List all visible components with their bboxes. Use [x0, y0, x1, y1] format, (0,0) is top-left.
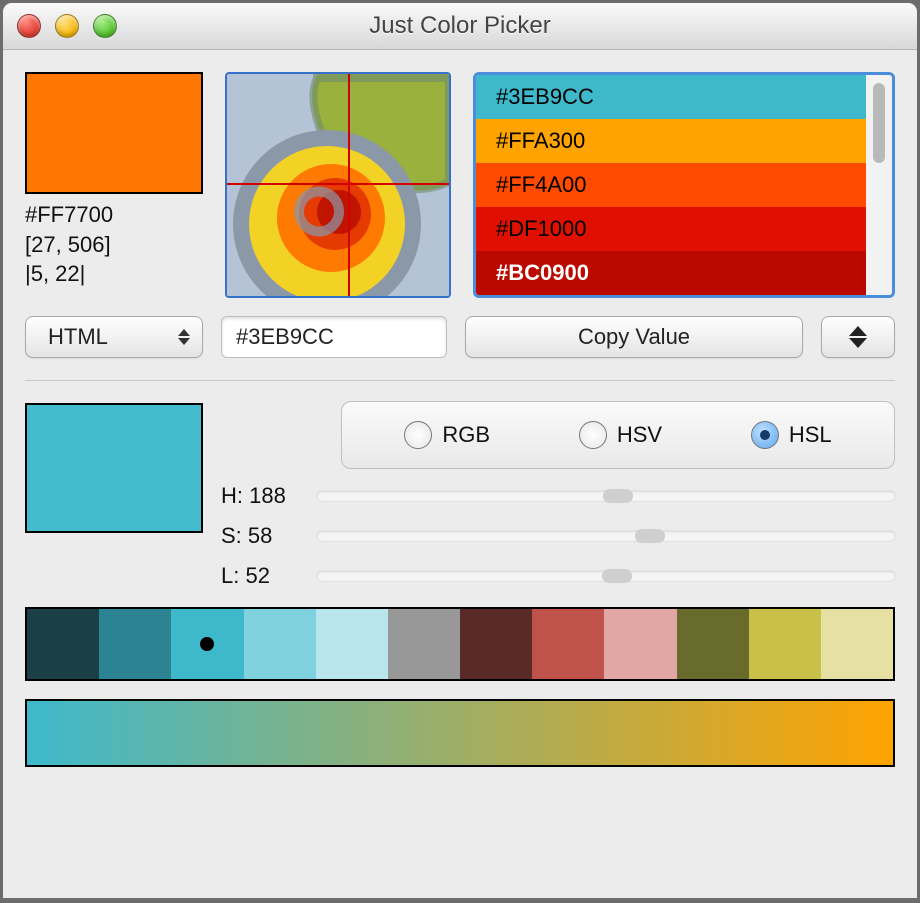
color-value-text: #3EB9CC	[236, 324, 334, 350]
selected-history-swatch	[25, 403, 203, 533]
radio-dot-icon	[404, 421, 432, 449]
shade-palette[interactable]	[25, 607, 895, 681]
magnifier-image	[227, 74, 449, 296]
slider-h-row: H: 188	[221, 483, 895, 509]
palette-cell[interactable]	[604, 609, 676, 679]
palette-cell[interactable]	[677, 609, 749, 679]
history-item[interactable]: #DF1000	[476, 207, 866, 251]
close-window-button[interactable]	[17, 14, 41, 38]
color-model-controls: RGB HSV HSL H: 188	[221, 401, 895, 589]
window-title: Just Color Picker	[369, 12, 550, 40]
color-history-list[interactable]: #3EB9CC#FFA300#FF4A00#DF1000#BC0900	[476, 75, 866, 295]
slider-h-thumb[interactable]	[603, 489, 633, 503]
radio-dot-icon	[751, 421, 779, 449]
radio-hsl-label: HSL	[789, 422, 832, 448]
current-pos-label: [27, 506]	[25, 230, 203, 260]
history-scrollbar[interactable]	[866, 75, 892, 295]
controls-row: HTML #3EB9CC Copy Value	[25, 316, 895, 358]
gradient-preview	[25, 699, 895, 767]
slider-l-row: L: 52	[221, 563, 895, 589]
color-history: #3EB9CC#FFA300#FF4A00#DF1000#BC0900	[473, 72, 895, 298]
top-row: #FF7700 [27, 506] |5, 22|	[25, 72, 895, 298]
format-select[interactable]: HTML	[25, 316, 203, 358]
window-controls	[17, 3, 117, 49]
history-scroll-thumb[interactable]	[873, 83, 885, 163]
stepper-arrows-icon	[849, 326, 867, 348]
palette-cell[interactable]	[27, 609, 99, 679]
color-model-radio-group: RGB HSV HSL	[341, 401, 895, 469]
color-value-input[interactable]: #3EB9CC	[221, 316, 447, 358]
slider-s-label: S: 58	[221, 523, 301, 549]
current-color-panel: #FF7700 [27, 506] |5, 22|	[25, 72, 203, 298]
radio-hsv-label: HSV	[617, 422, 662, 448]
slider-l-thumb[interactable]	[602, 569, 632, 583]
palette-cell[interactable]	[460, 609, 532, 679]
radio-dot-icon	[579, 421, 607, 449]
palette-cell[interactable]	[821, 609, 893, 679]
slider-s-row: S: 58	[221, 523, 895, 549]
select-arrows-icon	[176, 329, 192, 345]
color-model-section: RGB HSV HSL H: 188	[25, 401, 895, 589]
palette-cell[interactable]	[171, 609, 243, 679]
format-select-label: HTML	[48, 324, 108, 350]
radio-hsl[interactable]: HSL	[751, 421, 832, 449]
history-item[interactable]: #3EB9CC	[476, 75, 866, 119]
radio-rgb-label: RGB	[442, 422, 490, 448]
slider-h[interactable]	[317, 491, 895, 501]
radio-hsv[interactable]: HSV	[579, 421, 662, 449]
history-item[interactable]: #FFA300	[476, 119, 866, 163]
magnifier-preview[interactable]	[225, 72, 451, 298]
palette-cell[interactable]	[532, 609, 604, 679]
palette-cell[interactable]	[244, 609, 316, 679]
current-color-meta: #FF7700 [27, 506] |5, 22|	[25, 200, 203, 289]
slider-s-thumb[interactable]	[635, 529, 665, 543]
history-item[interactable]: #FF4A00	[476, 163, 866, 207]
slider-l[interactable]	[317, 571, 895, 581]
titlebar: Just Color Picker	[3, 3, 917, 50]
divider	[25, 380, 895, 381]
copy-value-label: Copy Value	[578, 324, 690, 350]
history-item[interactable]: #BC0900	[476, 251, 866, 295]
current-color-swatch	[25, 72, 203, 194]
slider-l-label: L: 52	[221, 563, 301, 589]
minimize-window-button[interactable]	[55, 14, 79, 38]
slider-s[interactable]	[317, 531, 895, 541]
palette-cell[interactable]	[316, 609, 388, 679]
zoom-window-button[interactable]	[93, 14, 117, 38]
slider-h-label: H: 188	[221, 483, 301, 509]
window-content: #FF7700 [27, 506] |5, 22|	[3, 50, 917, 898]
copy-value-button[interactable]: Copy Value	[465, 316, 803, 358]
palette-cell[interactable]	[749, 609, 821, 679]
history-step-button[interactable]	[821, 316, 895, 358]
radio-rgb[interactable]: RGB	[404, 421, 490, 449]
current-hex-label: #FF7700	[25, 200, 203, 230]
palette-cell[interactable]	[99, 609, 171, 679]
app-window: Just Color Picker #FF7700 [27, 506] |5, …	[2, 2, 918, 899]
palette-cell[interactable]	[388, 609, 460, 679]
current-delta-label: |5, 22|	[25, 259, 203, 289]
